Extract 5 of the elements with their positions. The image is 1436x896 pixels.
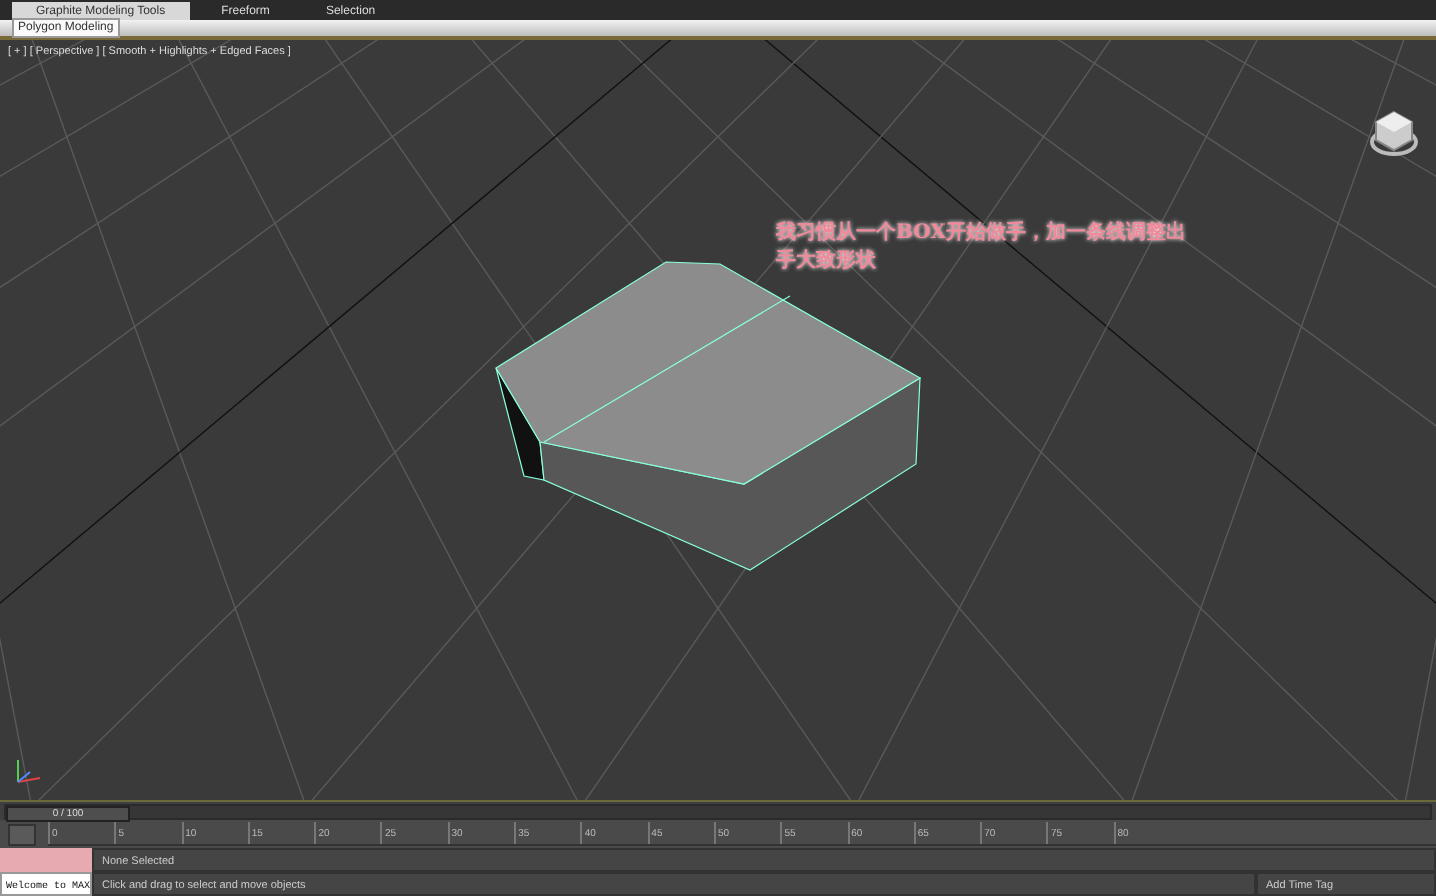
annotation-text: 手大致形状: [776, 248, 878, 276]
axis-gizmo-icon: [12, 756, 44, 788]
annotation-text: 我习惯从一个BOX开始做手，加一条线调整出: [776, 220, 1186, 248]
maxscript-listener-field[interactable]: [0, 848, 92, 872]
viewcube-icon[interactable]: [1368, 108, 1420, 160]
